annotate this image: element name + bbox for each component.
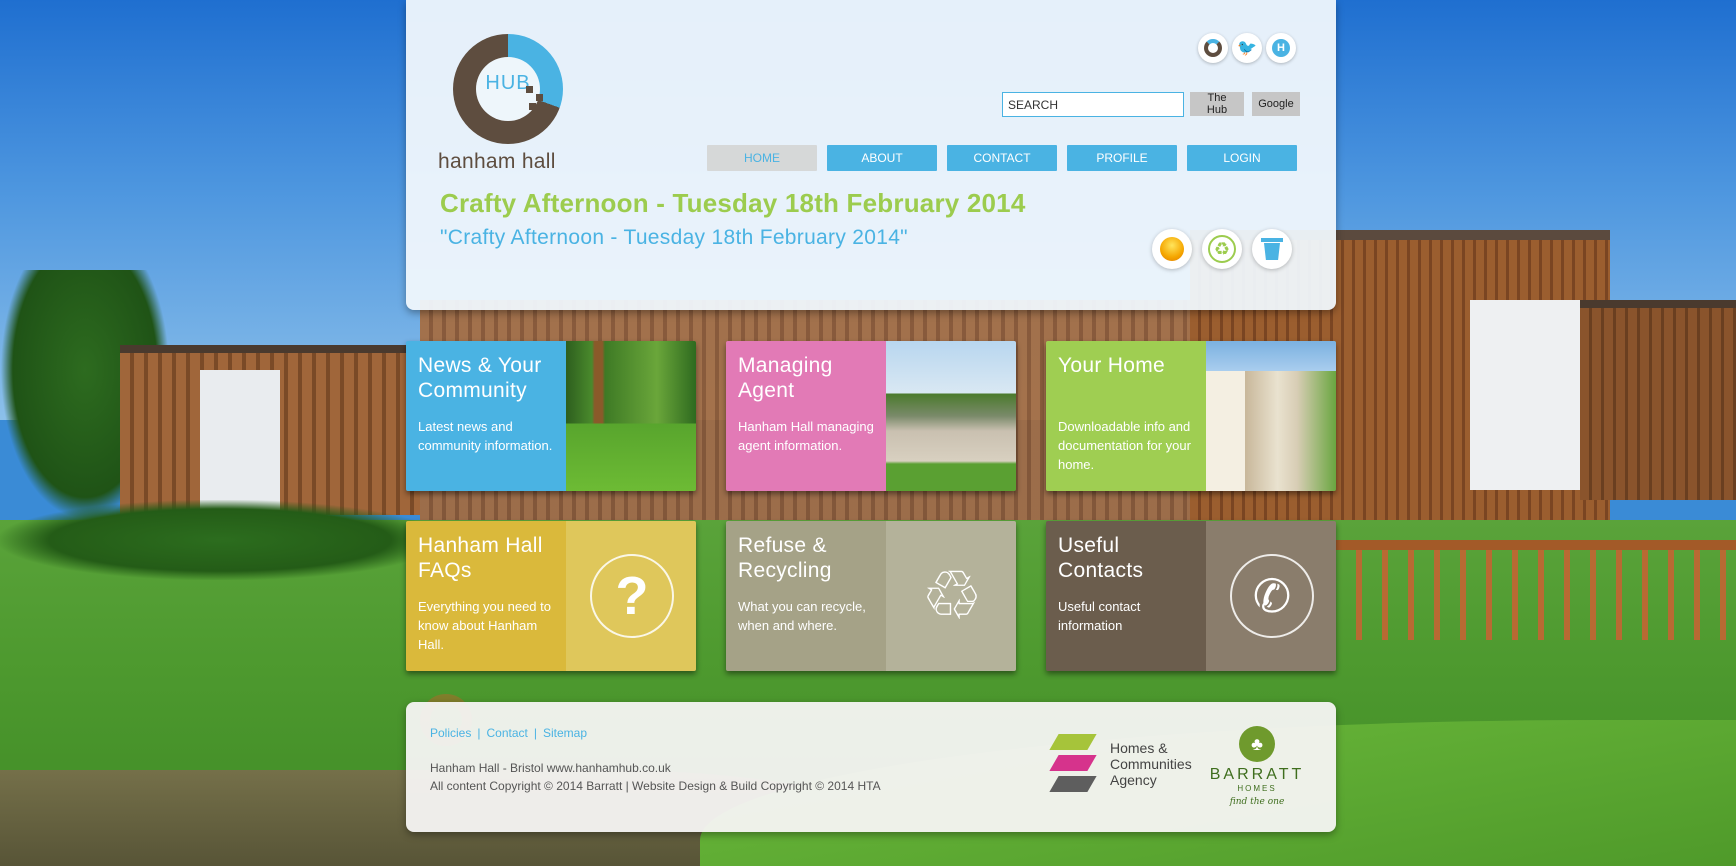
tile-faqs[interactable]: Hanham Hall FAQs Everything you need to … <box>406 521 696 671</box>
tile-text-area: News & Your Community Latest news and co… <box>406 341 566 491</box>
hub-logo[interactable]: HUB hanham hall <box>438 34 568 174</box>
nav-login[interactable]: LOGIN <box>1187 145 1297 171</box>
footer-address: Hanham Hall - Bristol www.hanhamhub.co.u… <box>430 761 671 775</box>
tile-description: What you can recycle, when and where. <box>738 599 866 633</box>
tile-title: Your Home <box>1058 354 1165 377</box>
tile-your-home[interactable]: Your Home Downloadable info and document… <box>1046 341 1336 491</box>
tile-text-area: Your Home Downloadable info and document… <box>1046 341 1206 491</box>
footer-link-policies[interactable]: Policies <box>430 726 471 740</box>
tile-useful-contacts[interactable]: Useful Contacts Useful contact informati… <box>1046 521 1336 671</box>
sun-icon[interactable] <box>1152 229 1192 269</box>
building-far-right <box>1580 300 1736 500</box>
page-title: Crafty Afternoon - Tuesday 18th February… <box>440 188 1026 218</box>
nav-contact[interactable]: CONTACT <box>947 145 1057 171</box>
logo-wordmark: hanham hall <box>438 150 556 173</box>
tile-description: Latest news and community information. <box>418 419 553 453</box>
tile-title: Useful Contacts <box>1058 534 1144 582</box>
tile-title: Managing Agent <box>738 354 833 402</box>
footer-separator: | <box>533 726 537 740</box>
tile-news-community[interactable]: News & Your Community Latest news and co… <box>406 341 696 491</box>
footer-panel: Policies | Contact | Sitemap Hanham Hall - B… <box>406 702 1336 832</box>
tile-refuse-recycling[interactable]: Refuse & Recycling What you can recycle,… <box>726 521 1016 671</box>
barratt-tagline: find the one <box>1229 797 1285 807</box>
tile-title: Refuse & Recycling <box>738 534 832 582</box>
nav-about[interactable]: ABOUT <box>827 145 937 171</box>
footer-link-contact[interactable]: Contact <box>486 726 527 740</box>
hub-ring-icon[interactable] <box>1198 33 1228 63</box>
tile-text-area: Useful Contacts Useful contact informati… <box>1046 521 1206 671</box>
recycle-icon: ♲ <box>921 558 983 634</box>
tile-description: Everything you need to know about Hanham… <box>418 599 551 652</box>
footer-links: Policies | Contact | Sitemap <box>430 726 587 740</box>
tile-managing-agent[interactable]: Managing Agent Hanham Hall managing agen… <box>726 341 1016 491</box>
twitter-icon[interactable]: 🐦 <box>1232 33 1262 63</box>
building-left-wall <box>200 370 280 510</box>
tile-title: Hanham Hall FAQs <box>418 534 543 582</box>
barratt-name: BARRATT <box>1209 766 1305 783</box>
tile-text-area: Hanham Hall FAQs Everything you need to … <box>406 521 566 671</box>
tile-icon-area: ♲ <box>886 521 1016 671</box>
header-panel: HUB hanham hall 🐦 H The Hub Google HOME … <box>406 0 1336 310</box>
tile-text-area: Managing Agent Hanham Hall managing agen… <box>726 341 886 491</box>
bin-icon[interactable] <box>1252 229 1292 269</box>
tree-icon: ♣ <box>1239 726 1275 762</box>
park-photo <box>566 341 696 491</box>
recycle-icon[interactable]: ♻ <box>1202 229 1242 269</box>
logo-pixels <box>526 86 552 120</box>
search-google-button[interactable]: Google <box>1252 92 1300 116</box>
flats-photo <box>1206 341 1336 491</box>
tile-description: Downloadable info and documentation for … <box>1058 419 1191 472</box>
tile-title: News & Your Community <box>418 354 542 402</box>
tile-description: Useful contact information <box>1058 599 1141 633</box>
hca-logo[interactable]: Homes & Communities Agency <box>1048 732 1198 802</box>
footer-link-sitemap[interactable]: Sitemap <box>543 726 587 740</box>
phone-icon: ✆ <box>1230 554 1314 638</box>
hedge <box>0 500 440 580</box>
hca-mark-icon <box>1048 732 1100 798</box>
barratt-logo[interactable]: ♣ BARRATT HOMES find the one <box>1202 726 1312 816</box>
page-subtitle: "Crafty Afternoon - Tuesday 18th Februar… <box>440 226 908 249</box>
barratt-homes: HOMES <box>1237 784 1277 793</box>
question-icon: ? <box>590 554 674 638</box>
footer-copyright: All content Copyright © 2014 Barratt | W… <box>430 779 881 793</box>
nav-profile[interactable]: PROFILE <box>1067 145 1177 171</box>
nav-home[interactable]: HOME <box>707 145 817 171</box>
search-hub-button[interactable]: The Hub <box>1190 92 1244 116</box>
footbridge <box>1330 540 1736 640</box>
tile-icon-area: ✆ <box>1206 521 1336 671</box>
tile-text-area: Refuse & Recycling What you can recycle,… <box>726 521 886 671</box>
tile-description: Hanham Hall managing agent information. <box>738 419 874 453</box>
road-photo <box>886 341 1016 491</box>
footer-separator: | <box>477 726 481 740</box>
hca-wordmark: Homes & Communities Agency <box>1110 740 1192 788</box>
search-input[interactable] <box>1002 92 1184 117</box>
h-badge-icon[interactable]: H <box>1266 33 1296 63</box>
tile-icon-area: ? <box>566 521 696 671</box>
